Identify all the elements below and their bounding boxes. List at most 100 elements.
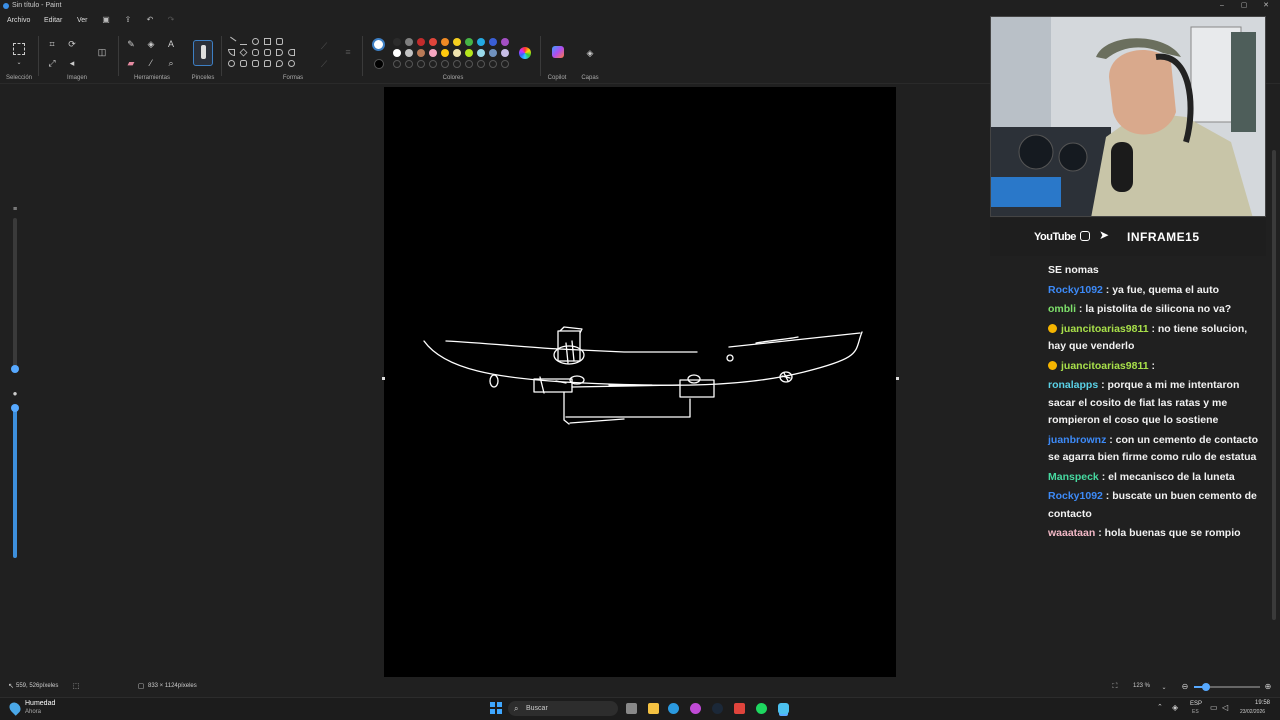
palette-swatch[interactable] (429, 38, 437, 46)
text-icon[interactable]: A (165, 38, 177, 50)
palette-swatch[interactable] (429, 49, 437, 57)
menu-file[interactable]: Archivo (7, 14, 30, 28)
callout-shape-icon[interactable] (264, 60, 271, 67)
line-shape-icon[interactable] (226, 36, 237, 47)
palette-empty-swatch[interactable] (477, 60, 485, 68)
oval-shape-icon[interactable] (252, 38, 259, 45)
flip-icon[interactable]: ◂ (66, 57, 78, 69)
save-icon[interactable]: ▣ (101, 15, 111, 25)
chevron-down-icon[interactable]: ⌄ (13, 57, 25, 69)
rounded-rectangle-shape-icon[interactable] (276, 38, 283, 45)
palette-swatch[interactable] (465, 38, 473, 46)
brush-size-slider[interactable] (13, 218, 17, 370)
opacity-thumb[interactable] (11, 404, 19, 412)
chat-username[interactable]: Rocky1092 (1048, 490, 1103, 502)
palette-empty-swatch[interactable] (429, 60, 437, 68)
opacity-slider[interactable] (13, 406, 17, 558)
left-arrow-shape-icon[interactable] (288, 49, 295, 56)
chat-username[interactable]: juancitoarias9811 (1061, 323, 1149, 335)
tray-chevron-icon[interactable]: ⌃ (1157, 703, 1163, 711)
crop-icon[interactable]: ⌗ (46, 38, 58, 50)
chevron-down-icon[interactable]: ⌄ (1158, 682, 1170, 694)
maximize-icon[interactable]: ▢ (1233, 0, 1255, 12)
clock-time[interactable]: 19:58 (1255, 700, 1270, 706)
palette-swatch[interactable] (465, 49, 473, 57)
palette-empty-swatch[interactable] (453, 60, 461, 68)
chat-username[interactable]: waaataan (1048, 527, 1095, 539)
palette-empty-swatch[interactable] (489, 60, 497, 68)
palette-swatch[interactable] (405, 38, 413, 46)
palette-swatch[interactable] (489, 38, 497, 46)
zoom-level[interactable]: 123 % (1133, 683, 1150, 689)
palette-empty-swatch[interactable] (393, 60, 401, 68)
chat-username[interactable]: Manspeck (1048, 471, 1099, 483)
palette-swatch[interactable] (393, 49, 401, 57)
palette-empty-swatch[interactable] (405, 60, 413, 68)
tray-app-icon[interactable]: ◈ (1172, 703, 1178, 712)
palette-empty-swatch[interactable] (465, 60, 473, 68)
palette-swatch[interactable] (501, 38, 509, 46)
palette-empty-swatch[interactable] (417, 60, 425, 68)
star-six-shape-icon[interactable] (252, 60, 259, 67)
star-shape-icon[interactable] (240, 60, 247, 67)
menu-edit[interactable]: Editar (44, 14, 62, 28)
selection-tool-icon[interactable] (13, 43, 25, 55)
hexagon-shape-icon[interactable] (264, 49, 271, 56)
four-point-arrow-shape-icon[interactable] (228, 60, 235, 67)
steam-icon[interactable] (712, 703, 723, 714)
palette-swatch[interactable] (417, 38, 425, 46)
eraser-icon[interactable]: ▰ (125, 57, 137, 69)
canvas-resize-handle-left[interactable] (382, 377, 385, 380)
right-arrow-shape-icon[interactable] (276, 49, 283, 56)
palette-empty-swatch[interactable] (501, 60, 509, 68)
volume-icon[interactable]: ◁ (1222, 703, 1228, 712)
menu-view[interactable]: Ver (77, 14, 88, 28)
edge-icon[interactable] (668, 703, 679, 714)
weather-title[interactable]: Humedad (25, 700, 55, 707)
chat-username[interactable]: ronalapps (1048, 379, 1098, 391)
game-app-icon[interactable] (734, 703, 745, 714)
primary-color[interactable] (372, 38, 385, 51)
spotify-icon[interactable] (756, 703, 767, 714)
zoom-in-icon[interactable]: ⊕ (1262, 681, 1274, 693)
rotate-icon[interactable]: ⟳ (66, 38, 78, 50)
app-icon[interactable] (690, 703, 701, 714)
paint-taskbar-icon[interactable] (778, 703, 789, 714)
palette-swatch[interactable] (405, 49, 413, 57)
share-icon[interactable]: ⇪ (123, 15, 133, 25)
minimize-icon[interactable]: – (1211, 0, 1233, 12)
network-icon[interactable]: ▭ (1210, 703, 1218, 712)
curve-shape-icon[interactable] (240, 38, 247, 45)
chat-username[interactable]: Rocky1092 (1048, 284, 1103, 296)
zoom-slider-thumb[interactable] (1202, 683, 1210, 691)
copilot-icon[interactable] (552, 46, 564, 58)
palette-swatch[interactable] (441, 49, 449, 57)
resize-icon[interactable]: ⤢ (46, 57, 58, 69)
palette-swatch[interactable] (489, 49, 497, 57)
language-indicator[interactable]: ESP (1190, 701, 1202, 707)
undo-icon[interactable]: ↶ (145, 15, 155, 25)
edit-colors-icon[interactable] (519, 47, 531, 59)
chat-username[interactable]: juanbrownz (1048, 434, 1106, 446)
palette-swatch[interactable] (453, 38, 461, 46)
palette-swatch[interactable] (501, 49, 509, 57)
diamond-shape-icon[interactable] (239, 48, 248, 57)
canvas-resize-handle-right[interactable] (896, 377, 899, 380)
close-icon[interactable]: ✕ (1255, 0, 1277, 12)
taskbar-search[interactable]: ⌕ Buscar (508, 701, 618, 716)
magnifier-icon[interactable]: ⌕ (165, 57, 177, 69)
chat-username[interactable]: ombli (1048, 303, 1076, 315)
secondary-color[interactable] (374, 59, 384, 69)
shapes-gallery[interactable] (226, 36, 308, 72)
palette-swatch[interactable] (393, 38, 401, 46)
chat-scrollbar[interactable] (1272, 150, 1276, 620)
fill-icon[interactable]: ◈ (145, 38, 157, 50)
drawing-canvas[interactable] (384, 87, 896, 677)
brushes-button[interactable] (193, 40, 213, 66)
image-background-icon[interactable]: ◫ (96, 46, 108, 58)
palette-swatch[interactable] (477, 49, 485, 57)
pencil-icon[interactable]: ✎ (125, 38, 137, 50)
task-view-icon[interactable] (626, 703, 637, 714)
zoom-out-icon[interactable]: ⊖ (1179, 681, 1191, 693)
file-explorer-icon[interactable] (648, 703, 659, 714)
